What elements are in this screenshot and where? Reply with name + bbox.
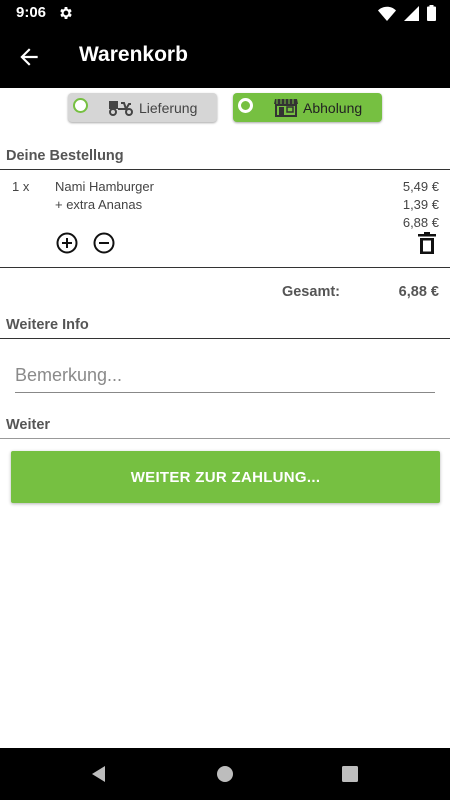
status-time: 9:06 bbox=[16, 4, 47, 21]
settings-icon bbox=[60, 7, 72, 19]
note-input[interactable] bbox=[15, 360, 435, 393]
wifi-icon bbox=[378, 6, 396, 21]
delivery-mode-toggle: Lieferung Abholung bbox=[0, 93, 450, 123]
total-value: 6,88 € bbox=[398, 284, 439, 300]
item-subtotal: 6,88 € bbox=[402, 215, 439, 230]
divider bbox=[0, 267, 450, 268]
info-heading-text: Weitere Info bbox=[6, 317, 89, 333]
arrow-back-icon[interactable] bbox=[16, 44, 42, 70]
radio-selected bbox=[238, 98, 253, 113]
order-heading-text: Deine Bestellung bbox=[6, 148, 124, 164]
item-name: Nami Hamburger bbox=[55, 179, 154, 194]
system-nav-bar bbox=[0, 748, 450, 800]
increase-quantity-icon[interactable] bbox=[56, 232, 78, 254]
battery-icon bbox=[427, 5, 436, 21]
option-delivery[interactable]: Lieferung bbox=[68, 93, 217, 122]
total-label: Gesamt: bbox=[281, 284, 340, 300]
divider bbox=[0, 338, 450, 339]
option-pickup-label: Abholung bbox=[303, 100, 363, 116]
divider bbox=[0, 169, 450, 170]
radio-unselected bbox=[73, 98, 88, 113]
item-extra-price: 1,39 € bbox=[402, 197, 439, 212]
item-price: 5,49 € bbox=[402, 179, 439, 194]
storefront-icon bbox=[274, 99, 298, 117]
option-pickup[interactable]: Abholung bbox=[233, 93, 382, 122]
signal-icon bbox=[404, 5, 419, 21]
continue-heading-text: Weiter bbox=[6, 417, 51, 433]
page-title: Warenkorb bbox=[79, 43, 188, 66]
status-bar: 9:06 bbox=[0, 0, 450, 26]
back-triangle-icon[interactable] bbox=[89, 764, 109, 784]
recents-square-icon[interactable] bbox=[340, 764, 360, 784]
item-quantity: 1 x bbox=[12, 179, 30, 194]
app-bar: Warenkorb bbox=[0, 26, 450, 88]
option-delivery-label: Lieferung bbox=[139, 100, 198, 116]
decrease-quantity-icon[interactable] bbox=[93, 232, 115, 254]
divider bbox=[0, 438, 450, 439]
proceed-to-payment-button[interactable]: WEITER ZUR ZAHLUNG... bbox=[11, 451, 440, 503]
item-extra: + extra Ananas bbox=[55, 197, 143, 212]
delivery-scooter-icon bbox=[109, 101, 133, 116]
home-circle-icon[interactable] bbox=[215, 764, 235, 784]
delete-item-icon[interactable] bbox=[418, 232, 436, 254]
